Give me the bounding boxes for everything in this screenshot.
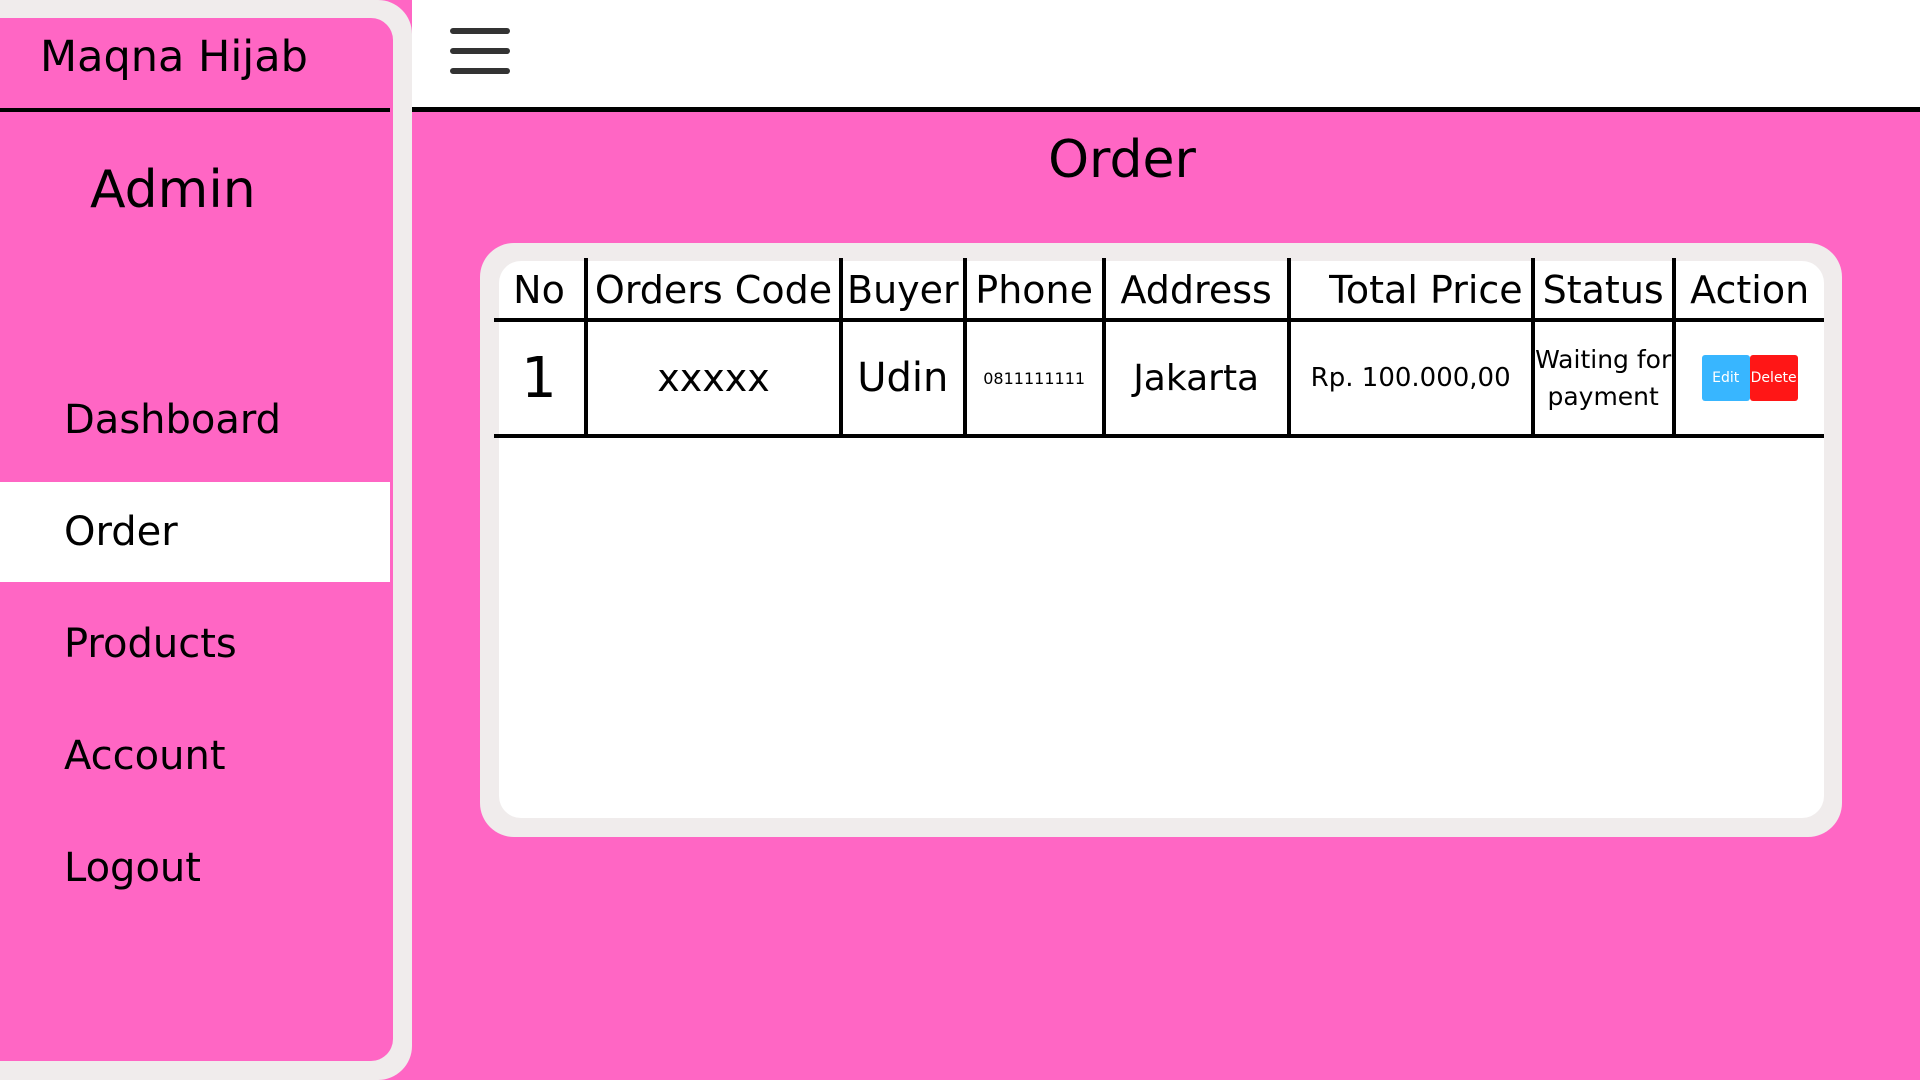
- role-label: Admin: [90, 160, 256, 220]
- column-header-total-price: Total Price: [1286, 258, 1533, 322]
- delete-button[interactable]: Delete: [1749, 355, 1798, 401]
- sidebar-item-dashboard[interactable]: Dashboard: [0, 370, 390, 470]
- edit-button[interactable]: Edit: [1701, 355, 1750, 401]
- sidebar-item-logout[interactable]: Logout: [0, 818, 390, 918]
- column-header-phone: Phone: [962, 258, 1104, 322]
- cell-action: Edit Delete: [1671, 320, 1824, 438]
- table-row: 1 xxxxx Udin 0811111111 Jakarta Rp. 100.…: [494, 320, 1824, 438]
- cell-no: 1: [494, 320, 586, 438]
- orders-table: No Orders Code Buyer Phone Address Total…: [494, 258, 1824, 438]
- column-header-orders-code: Orders Code: [584, 258, 841, 322]
- table-header-row: No Orders Code Buyer Phone Address Total…: [494, 258, 1824, 322]
- column-header-status: Status: [1530, 258, 1674, 322]
- top-bar: [412, 0, 1920, 108]
- cell-orders-code: xxxxx: [584, 320, 841, 438]
- column-header-action: Action: [1671, 258, 1824, 322]
- cell-buyer: Udin: [839, 320, 965, 438]
- column-header-no: No: [494, 258, 586, 322]
- cell-status: Waiting for payment: [1530, 320, 1674, 438]
- sidebar-item-order[interactable]: Order: [0, 482, 390, 582]
- column-header-buyer: Buyer: [839, 258, 965, 322]
- cell-address: Jakarta: [1101, 320, 1289, 438]
- sidebar: Maqna Hijab Admin Dashboard Order Produc…: [0, 18, 393, 1061]
- sidebar-item-account[interactable]: Account: [0, 706, 390, 806]
- sidebar-nav: Dashboard Order Products Account Logout: [0, 370, 390, 930]
- brand-name: Maqna Hijab: [40, 32, 308, 82]
- column-header-address: Address: [1101, 258, 1289, 322]
- sidebar-item-products[interactable]: Products: [0, 594, 390, 694]
- brand-divider: [0, 108, 390, 112]
- hamburger-menu-icon[interactable]: [450, 28, 512, 74]
- cell-phone: 0811111111: [962, 320, 1104, 438]
- page-title: Order: [1048, 130, 1196, 190]
- cell-total-price: Rp. 100.000,00: [1286, 320, 1533, 438]
- top-bar-divider: [412, 107, 1920, 112]
